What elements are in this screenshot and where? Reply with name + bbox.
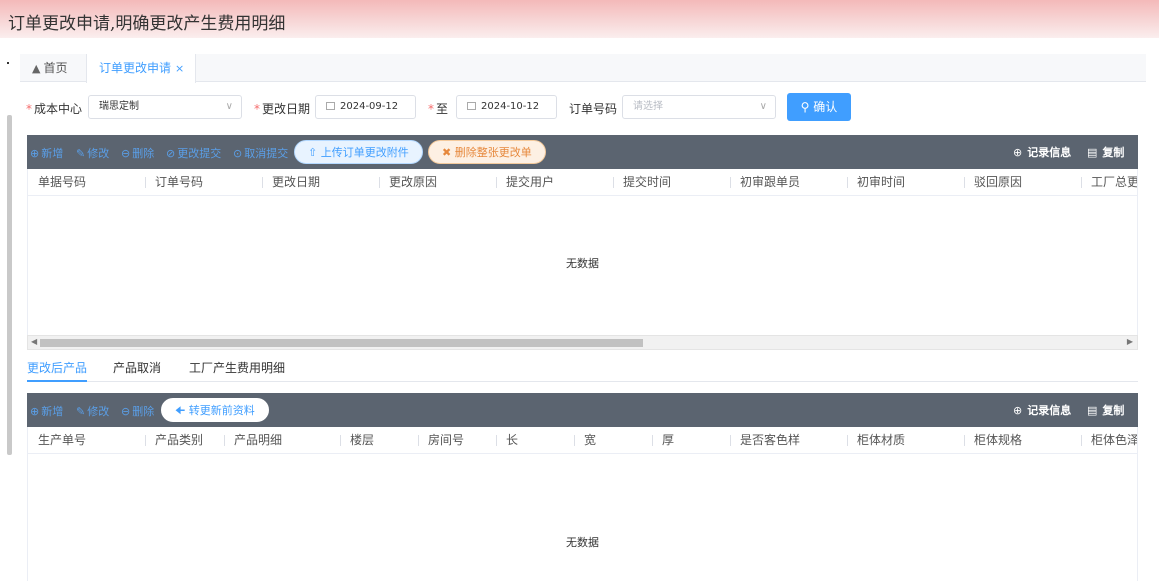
column-header[interactable]: 长: [496, 427, 518, 454]
edit-button[interactable]: ✎ 修改: [76, 403, 109, 419]
column-header[interactable]: 单据号码: [28, 169, 86, 196]
change-date-label: * 更改日期: [254, 102, 311, 116]
record-info-button[interactable]: ⊕ 记录信息: [1013, 144, 1071, 160]
copy-button[interactable]: ▤ 复制: [1087, 144, 1124, 160]
column-header[interactable]: 驳回原因: [964, 169, 1022, 196]
banner-title: 订单更改申请,明确更改产生费用明细: [8, 14, 286, 34]
column-header[interactable]: 柜体色泽: [1081, 427, 1137, 454]
zoom-icon: ⊕: [1013, 146, 1023, 159]
date-to-value: 2024-10-12: [481, 101, 540, 112]
order-no-placeholder: 请选择: [633, 101, 663, 112]
date-to-label: * 至: [428, 102, 449, 116]
close-icon: ✖: [442, 146, 452, 159]
chevron-down-icon: ∨: [759, 101, 767, 112]
scroll-left-icon[interactable]: ◀: [31, 337, 37, 346]
order-change-grid: 单据号码 订单号码 更改日期 更改原因 提交用户 提交时间 初审跟单员 初审时间…: [27, 169, 1138, 335]
edit-icon: ✎: [76, 147, 86, 160]
tab-home-label: 首页: [43, 61, 68, 75]
add-button[interactable]: ⊕ 新增: [30, 145, 63, 161]
date-from-input[interactable]: 2024-09-12: [315, 95, 416, 119]
column-header[interactable]: 生产单号: [28, 427, 86, 454]
record-info-button[interactable]: ⊕ 记录信息: [1013, 402, 1071, 418]
close-icon[interactable]: ×: [175, 62, 184, 75]
confirm-button[interactable]: ⚲ 确认: [787, 93, 851, 121]
filter-bar: * 成本中心 瑞思定制 ∨ * 更改日期 2024-09-12 * 至 2024-10…: [26, 93, 1146, 121]
check-circle-icon: ⊘: [166, 147, 176, 160]
detail-tabs: 更改后产品 产品取消 工厂产生费用明细: [27, 357, 1138, 382]
upload-attachment-button[interactable]: ⇧ 上传订单更改附件: [294, 140, 423, 164]
main-toolbar: ⊕ 新增 ✎ 修改 ⊖ 删除 ⊘ 更改提交 ⊙ 取消提交 ⇧ 上传订单更改附件 ✖ 删除整…: [27, 135, 1138, 169]
edit-button[interactable]: ✎ 修改: [76, 145, 109, 161]
tab-home[interactable]: ▲ 首页: [20, 54, 84, 82]
page-banner: 订单更改申请,明确更改产生费用明细: [0, 0, 1159, 38]
plus-circle-icon: ⊕: [30, 147, 40, 160]
column-header[interactable]: 厚: [652, 427, 674, 454]
date-to-input[interactable]: 2024-10-12: [456, 95, 557, 119]
cost-center-value: 瑞思定制: [99, 101, 139, 112]
cost-center-label: * 成本中心: [26, 102, 83, 116]
add-button[interactable]: ⊕ 新增: [30, 403, 63, 419]
tab-product-cancel[interactable]: 产品取消: [113, 359, 161, 382]
tab-order-change-label: 订单更改申请: [99, 61, 172, 75]
tab-bar: ▲ 首页 订单更改申请 ×: [20, 54, 1146, 83]
scrollbar-thumb[interactable]: [40, 339, 643, 347]
minus-circle-icon: ⊖: [121, 147, 131, 160]
scroll-right-icon[interactable]: ▶: [1127, 337, 1133, 346]
column-header[interactable]: 更改原因: [379, 169, 437, 196]
chevron-down-icon: ∨: [225, 101, 233, 112]
delete-all-button[interactable]: ✖ 删除整张更改单: [428, 140, 546, 164]
tab-factory-costs[interactable]: 工厂产生费用明细: [189, 359, 285, 382]
column-header[interactable]: 更改日期: [262, 169, 320, 196]
tab-changed-products[interactable]: 更改后产品: [27, 359, 88, 382]
confirm-label: 确认: [813, 100, 838, 114]
minus-circle-icon: ⊖: [121, 405, 131, 418]
edit-icon: ✎: [76, 405, 86, 418]
zoom-icon: ⊕: [1013, 404, 1023, 417]
copy-button[interactable]: ▤ 复制: [1087, 402, 1124, 418]
arrow-left-icon: 🠈: [175, 404, 186, 417]
column-header[interactable]: 宽: [574, 427, 596, 454]
column-header[interactable]: 柜体材质: [847, 427, 905, 454]
column-header[interactable]: 工厂总更: [1081, 169, 1137, 196]
grid-header: 单据号码 订单号码 更改日期 更改原因 提交用户 提交时间 初审跟单员 初审时间…: [28, 169, 1137, 196]
product-grid: 生产单号 产品类别 产品明细 楼层 房间号 长 宽 厚 是否客色样 柜体材质 柜…: [27, 427, 1138, 581]
plus-circle-icon: ⊕: [30, 405, 40, 418]
date-from-value: 2024-09-12: [340, 101, 399, 112]
order-no-label: 订单号码: [569, 102, 618, 116]
tab-order-change[interactable]: 订单更改申请 ×: [86, 54, 196, 83]
empty-message: 无数据: [566, 536, 599, 549]
column-header[interactable]: 提交时间: [613, 169, 671, 196]
submit-change-button[interactable]: ⊘ 更改提交: [166, 145, 221, 161]
column-header[interactable]: 楼层: [340, 427, 374, 454]
column-header[interactable]: 是否客色样: [730, 427, 800, 454]
grid-header: 生产单号 产品类别 产品明细 楼层 房间号 长 宽 厚 是否客色样 柜体材质 柜…: [28, 427, 1137, 454]
delete-button[interactable]: ⊖ 删除: [121, 403, 154, 419]
order-no-select[interactable]: 请选择 ∨: [622, 95, 776, 119]
cancel-circle-icon: ⊙: [233, 147, 243, 160]
empty-message: 无数据: [566, 257, 599, 270]
column-header[interactable]: 初审跟单员: [730, 169, 800, 196]
horizontal-scrollbar[interactable]: ◀ ▶: [27, 335, 1138, 350]
search-icon: ⚲: [800, 100, 810, 114]
calendar-icon: [467, 102, 476, 110]
vertical-scrollbar[interactable]: [7, 115, 12, 455]
column-header[interactable]: 提交用户: [496, 169, 554, 196]
detail-toolbar: ⊕ 新增 ✎ 修改 ⊖ 删除 🠈 转更新前资料 ⊕ 记录信息 ▤ 复制: [27, 393, 1138, 427]
copy-icon: ▤: [1087, 146, 1098, 159]
delete-button[interactable]: ⊖ 删除: [121, 145, 154, 161]
cancel-submit-button[interactable]: ⊙ 取消提交: [233, 145, 288, 161]
cost-center-select[interactable]: 瑞思定制 ∨: [88, 95, 242, 119]
copy-icon: ▤: [1087, 404, 1098, 417]
column-header[interactable]: 柜体规格: [964, 427, 1022, 454]
calendar-icon: [326, 102, 335, 110]
column-header[interactable]: 产品类别: [145, 427, 203, 454]
marker-dot: [7, 62, 9, 64]
column-header[interactable]: 初审时间: [847, 169, 905, 196]
column-header[interactable]: 产品明细: [224, 427, 282, 454]
upload-icon: ⇧: [308, 146, 318, 159]
column-header[interactable]: 订单号码: [145, 169, 203, 196]
home-icon: ▲: [32, 62, 41, 75]
column-header[interactable]: 房间号: [418, 427, 464, 454]
transfer-button[interactable]: 🠈 转更新前资料: [161, 398, 269, 422]
